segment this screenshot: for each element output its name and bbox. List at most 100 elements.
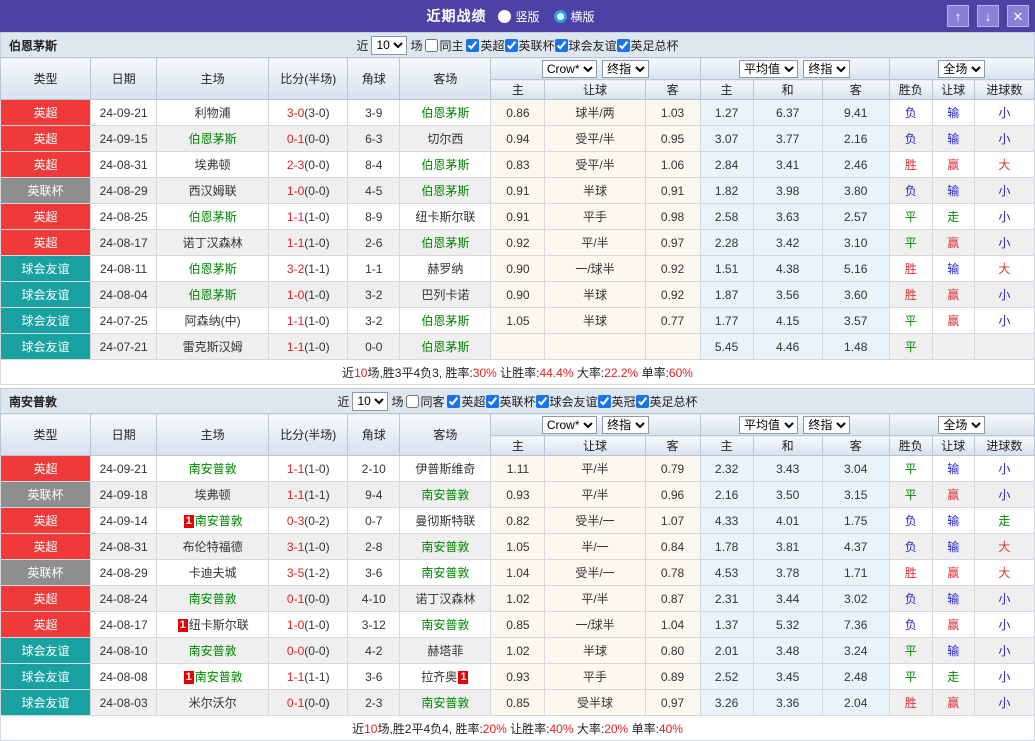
result-wdl-cell: 平 bbox=[889, 204, 932, 230]
league-filter[interactable]: 球会友谊 bbox=[555, 37, 617, 54]
same-venue-checkbox[interactable] bbox=[406, 395, 419, 408]
move-up-button[interactable]: ↑ bbox=[947, 5, 969, 27]
average-select[interactable]: 平均值 bbox=[739, 416, 798, 434]
league-filter[interactable]: 英联杯 bbox=[486, 393, 536, 410]
radio-horizontal-layout[interactable]: 横版 bbox=[554, 8, 595, 25]
date-cell: 24-09-21 bbox=[91, 456, 157, 482]
col-result-goals: 进球数 bbox=[974, 436, 1034, 456]
league-checkbox[interactable] bbox=[598, 395, 611, 408]
away-team-cell: 南安普敦 bbox=[400, 560, 491, 586]
radio-unchecked-icon[interactable] bbox=[498, 10, 511, 23]
summary-text: 近10场,胜3平4负3, 胜率:30% 让胜率:44.4% 大率:22.2% 单… bbox=[1, 360, 1035, 385]
avg-away-cell: 3.60 bbox=[822, 282, 889, 308]
summary-segment: 近 bbox=[352, 722, 364, 736]
result-wdl-cell: 平 bbox=[889, 456, 932, 482]
league-checkbox[interactable] bbox=[636, 395, 649, 408]
result-wdl-cell: 负 bbox=[889, 178, 932, 204]
avg-home-cell: 2.28 bbox=[700, 230, 753, 256]
match-row: 球会友谊24-07-25阿森纳(中)1-1(1-0)3-2伯恩茅斯1.05半球0… bbox=[1, 308, 1035, 334]
summary-segment: 大率: bbox=[574, 366, 605, 380]
same-venue-filter[interactable]: 同客 bbox=[406, 393, 444, 410]
odds-handicap-cell: 平/半 bbox=[545, 586, 645, 612]
odds-home-cell: 0.85 bbox=[491, 612, 545, 638]
match-count-select[interactable]: 10 bbox=[352, 392, 388, 411]
odds-handicap-cell: 平/半 bbox=[545, 482, 645, 508]
date-cell: 24-08-31 bbox=[91, 152, 157, 178]
odds-away-cell: 0.95 bbox=[645, 126, 700, 152]
odds-stage-select[interactable]: 终指 bbox=[602, 60, 649, 78]
result-wdl-cell: 胜 bbox=[889, 152, 932, 178]
league-cell: 球会友谊 bbox=[1, 664, 91, 690]
result-handicap-cell: 输 bbox=[932, 178, 974, 204]
league-checkbox[interactable] bbox=[617, 39, 630, 52]
league-filter-label: 英联杯 bbox=[519, 37, 555, 54]
avg-stage-select[interactable]: 终指 bbox=[803, 416, 850, 434]
result-wdl-cell: 负 bbox=[889, 100, 932, 126]
avg-away-cell: 5.16 bbox=[822, 256, 889, 282]
away-team-cell: 切尔西 bbox=[400, 126, 491, 152]
team-label: 伯恩茅斯 bbox=[421, 184, 469, 198]
league-checkbox[interactable] bbox=[505, 39, 518, 52]
date-cell: 24-08-17 bbox=[91, 612, 157, 638]
average-select[interactable]: 平均值 bbox=[739, 60, 798, 78]
league-cell: 球会友谊 bbox=[1, 638, 91, 664]
col-result-wdl: 胜负 bbox=[889, 436, 932, 456]
result-goals-cell: 小 bbox=[974, 230, 1034, 256]
close-button[interactable]: ✕ bbox=[1007, 5, 1029, 27]
match-row: 英超24-09-141南安普敦0-3(0-2)0-7曼彻斯特联0.82受半/一1… bbox=[1, 508, 1035, 534]
same-venue-checkbox[interactable] bbox=[425, 39, 438, 52]
move-down-button[interactable]: ↓ bbox=[977, 5, 999, 27]
league-filter[interactable]: 英冠 bbox=[598, 393, 636, 410]
red-card-badge: 1 bbox=[184, 515, 194, 528]
league-filter[interactable]: 球会友谊 bbox=[536, 393, 598, 410]
odds-handicap-cell: 半球 bbox=[545, 178, 645, 204]
final-score: 0-1 bbox=[287, 696, 304, 710]
scope-select[interactable]: 全场 bbox=[938, 416, 985, 434]
date-cell: 24-08-04 bbox=[91, 282, 157, 308]
same-venue-filter[interactable]: 同主 bbox=[425, 37, 463, 54]
avg-home-cell: 4.53 bbox=[700, 560, 753, 586]
odds-stage-select[interactable]: 终指 bbox=[602, 416, 649, 434]
result-handicap-cell: 赢 bbox=[932, 282, 974, 308]
league-filter[interactable]: 英超 bbox=[466, 37, 504, 54]
league-checkbox[interactable] bbox=[447, 395, 460, 408]
home-team-cell: 米尔沃尔 bbox=[157, 690, 269, 716]
league-filter[interactable]: 英足总杯 bbox=[617, 37, 679, 54]
result-goals-cell: 小 bbox=[974, 664, 1034, 690]
result-wdl-cell: 平 bbox=[889, 482, 932, 508]
date-cell: 24-09-18 bbox=[91, 482, 157, 508]
odds-home-cell: 1.11 bbox=[491, 456, 545, 482]
league-filter[interactable]: 英足总杯 bbox=[636, 393, 698, 410]
odds-handicap-cell: 半球 bbox=[545, 308, 645, 334]
scope-select[interactable]: 全场 bbox=[938, 60, 985, 78]
match-row: 球会友谊24-08-10南安普敦0-0(0-0)4-2赫塔菲1.02半球0.80… bbox=[1, 638, 1035, 664]
bookmaker-select[interactable]: Crow* bbox=[542, 416, 597, 434]
radio-vertical-layout[interactable]: 竖版 bbox=[498, 8, 539, 25]
corners-cell: 8-9 bbox=[348, 204, 400, 230]
league-checkbox[interactable] bbox=[486, 395, 499, 408]
league-filter[interactable]: 英联杯 bbox=[505, 37, 555, 54]
date-cell: 24-08-17 bbox=[91, 230, 157, 256]
result-goals-cell: 小 bbox=[974, 204, 1034, 230]
summary-segment: 10 bbox=[364, 722, 377, 736]
home-team-cell: 卡迪夫城 bbox=[157, 560, 269, 586]
league-filter[interactable]: 英超 bbox=[447, 393, 485, 410]
score-cell: 3-0(3-0) bbox=[269, 100, 348, 126]
match-count-select[interactable]: 10 bbox=[371, 36, 407, 55]
avg-home-cell: 3.07 bbox=[700, 126, 753, 152]
avg-home-cell: 1.87 bbox=[700, 282, 753, 308]
avg-away-cell: 3.24 bbox=[822, 638, 889, 664]
match-row: 英超24-08-17诺丁汉森林1-1(1-0)2-6伯恩茅斯0.92平/半0.9… bbox=[1, 230, 1035, 256]
radio-checked-icon[interactable] bbox=[554, 10, 567, 23]
corners-cell: 3-9 bbox=[348, 100, 400, 126]
league-checkbox[interactable] bbox=[536, 395, 549, 408]
date-cell: 24-09-21 bbox=[91, 100, 157, 126]
result-handicap-cell: 输 bbox=[932, 256, 974, 282]
result-handicap-cell: 赢 bbox=[932, 690, 974, 716]
final-score: 1-1 bbox=[287, 210, 304, 224]
result-wdl-cell: 负 bbox=[889, 126, 932, 152]
avg-stage-select[interactable]: 终指 bbox=[803, 60, 850, 78]
league-checkbox[interactable] bbox=[466, 39, 479, 52]
league-checkbox[interactable] bbox=[555, 39, 568, 52]
bookmaker-select[interactable]: Crow* bbox=[542, 60, 597, 78]
